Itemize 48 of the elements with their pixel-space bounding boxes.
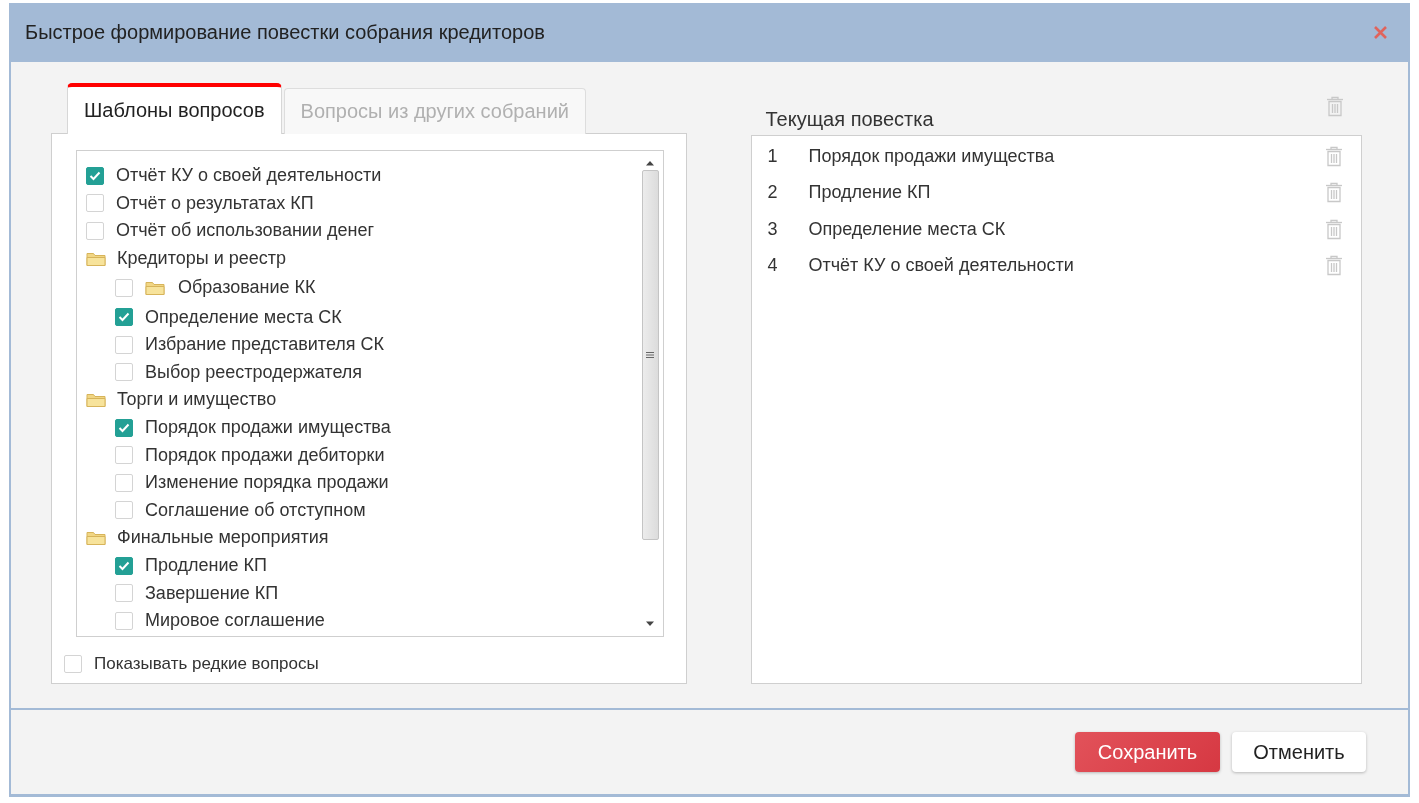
agenda-title: Текущая повестка	[765, 108, 934, 131]
trash-icon[interactable]	[1325, 145, 1343, 167]
checkbox[interactable]	[115, 556, 133, 575]
tree-item-label[interactable]: Соглашение об отступном	[145, 499, 366, 521]
window-title: Быстрое формирование повестки собрания кредиторов	[25, 21, 545, 44]
scroll-down-icon[interactable]	[645, 621, 656, 627]
agenda-number: 1	[767, 145, 779, 167]
tree-item-label[interactable]: Мировое соглашение	[145, 610, 325, 632]
tree-item-label[interactable]: Образование КК	[178, 277, 316, 299]
folder-icon	[145, 279, 166, 297]
save-button[interactable]: Сохранить	[1075, 732, 1220, 772]
trash-icon[interactable]	[1325, 182, 1343, 204]
agenda-item-text: Порядок продажи имущества	[808, 145, 1056, 167]
tree-item-label[interactable]: Отчёт о результатах КП	[116, 192, 314, 214]
tree-item-label[interactable]: Продление КП	[145, 555, 267, 576]
checkbox[interactable]	[86, 166, 104, 185]
tree-item-label[interactable]: Торги и имущество	[117, 389, 277, 411]
tree-item-label[interactable]: Отчёт об использовании денег	[116, 220, 374, 242]
trash-icon[interactable]	[1325, 218, 1343, 240]
folder-icon	[86, 391, 107, 409]
scroll-up-icon[interactable]	[645, 160, 656, 166]
cancel-button[interactable]: Отменить	[1232, 732, 1366, 772]
agenda-item-text: Отчёт КУ о своей деятельности	[808, 255, 1075, 277]
checkbox[interactable]	[115, 308, 133, 327]
folder-icon	[86, 250, 107, 268]
tree-item-label[interactable]: Порядок продажи дебиторки	[145, 444, 385, 466]
tree-item-label[interactable]: Определение места СК	[145, 306, 342, 328]
tree-item-label[interactable]: Изменение порядка продажи	[145, 472, 389, 494]
agenda-item-text: Определение места СК	[808, 218, 1007, 240]
tree-item-label[interactable]: Порядок продажи имущества	[145, 417, 391, 439]
trash-icon[interactable]	[1325, 255, 1343, 277]
tree-item-label[interactable]: Избрание представителя СК	[145, 334, 385, 356]
folder-icon	[86, 529, 107, 547]
show-rare-label[interactable]: Показывать редкие вопросы	[94, 654, 319, 674]
checkbox[interactable]	[115, 418, 133, 437]
trash-icon[interactable]	[1326, 96, 1344, 117]
close-icon[interactable]	[1373, 25, 1388, 40]
scrollbar-thumb[interactable]	[641, 170, 659, 540]
agenda-number: 4	[767, 255, 779, 277]
agenda-number: 2	[767, 182, 779, 204]
tree-item-label[interactable]: Кредиторы и реестр	[117, 248, 286, 270]
tab[interactable]: Шаблоны вопросов	[67, 83, 282, 134]
tree-item-label[interactable]: Финальные мероприятия	[117, 527, 329, 549]
tree-item-label[interactable]: Завершение КП	[145, 582, 279, 604]
tree-item-label[interactable]: Выбор реестродержателя	[145, 361, 363, 383]
agenda-number: 3	[767, 218, 779, 240]
tree-item-label[interactable]: Отчёт КУ о своей деятельности	[116, 165, 382, 187]
agenda-item-text: Продление КП	[808, 182, 932, 204]
